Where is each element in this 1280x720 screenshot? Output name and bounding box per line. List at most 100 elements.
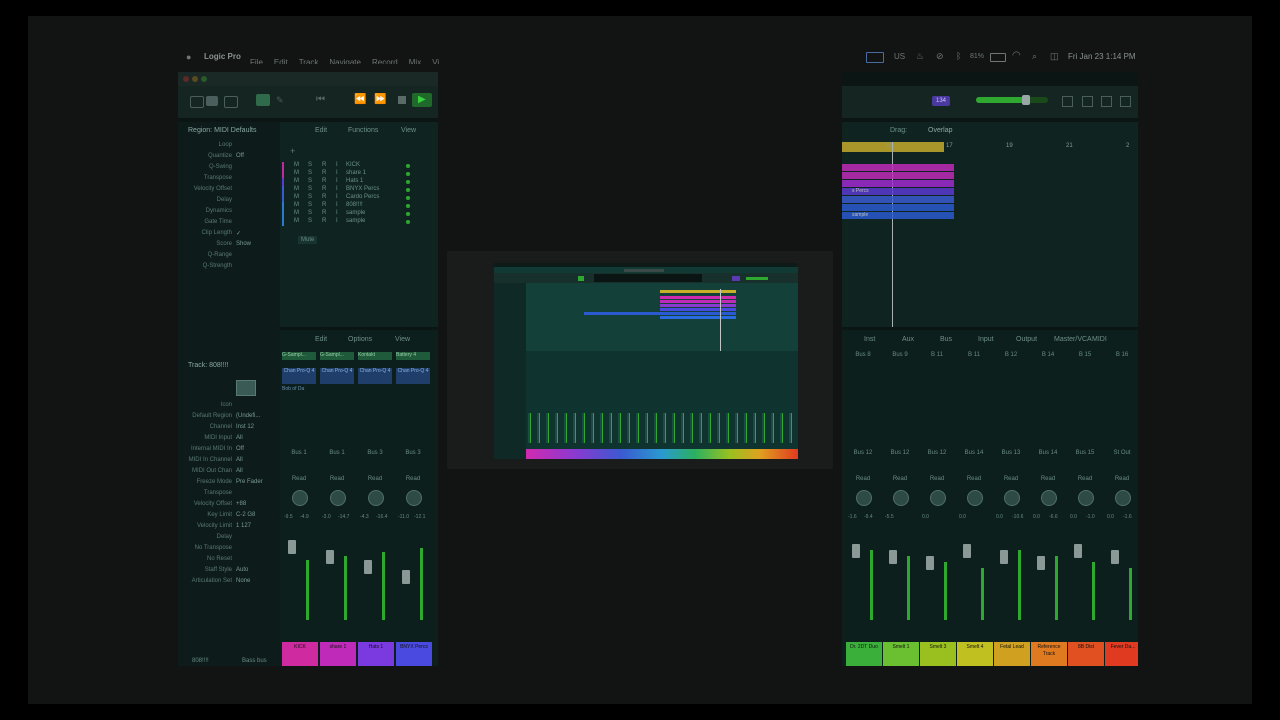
pan-knob[interactable] [1078, 490, 1094, 506]
inspector-field-value[interactable]: ✓ [236, 230, 241, 237]
master-volume-knob[interactable] [1022, 95, 1030, 105]
search-icon[interactable]: ⌕ [1032, 51, 1037, 62]
pencil-icon[interactable]: ✎ [276, 95, 284, 106]
inspector-field-value[interactable]: Off [236, 153, 244, 159]
input-slot[interactable]: B 11 [920, 352, 954, 360]
output-slot[interactable]: Bus 12 [920, 450, 954, 458]
browser-icon[interactable] [1120, 96, 1131, 107]
output-slot[interactable]: Bus 1 [282, 450, 316, 458]
mute-button[interactable]: M [294, 186, 299, 192]
automation-mode[interactable]: Read [1105, 476, 1138, 484]
inspector-field-value[interactable]: None [236, 578, 250, 584]
mute-button[interactable]: M [294, 218, 299, 224]
output-slot[interactable]: Bus 15 [1068, 450, 1102, 458]
control-center-icon[interactable]: ◫ [1050, 51, 1059, 62]
track-name[interactable]: sample [346, 210, 365, 216]
battery-level[interactable]: 81% [970, 53, 984, 60]
track-on-icon[interactable] [406, 212, 410, 216]
channel-name[interactable]: Dr. 2DT Duo [846, 642, 882, 666]
track-name[interactable]: 808!!!! [346, 202, 363, 208]
mini-volume-slider[interactable] [746, 277, 768, 280]
mixer-options-menu[interactable]: Options [348, 336, 372, 343]
channel-name[interactable]: KICK [282, 642, 318, 666]
automation-mode[interactable]: Read [1031, 476, 1065, 484]
automation-mode[interactable]: Read [883, 476, 917, 484]
inspector-field-value[interactable]: Show [236, 241, 251, 247]
input-monitor-button[interactable]: I [336, 170, 338, 176]
pan-knob[interactable] [292, 490, 308, 506]
mixer-filter-inst[interactable]: Inst [864, 336, 875, 343]
mini-play-button[interactable] [578, 276, 584, 281]
minimize-icon[interactable] [192, 76, 198, 82]
track-header[interactable]: M S R I Hats 1 [280, 178, 438, 186]
inspector-field[interactable]: MIDI In Channel All [178, 457, 278, 468]
pan-knob[interactable] [330, 490, 346, 506]
track-header[interactable]: M S R Isample [280, 218, 438, 226]
audio-fx-slot[interactable]: Chan Pro-Q 4 [358, 368, 392, 384]
menubar-item[interactable]: Edit [274, 58, 288, 64]
midi-region[interactable] [842, 172, 954, 179]
menubar-item[interactable]: File [250, 58, 263, 64]
inspector-field-value[interactable]: 1 127 [236, 523, 251, 529]
menubar-item[interactable]: Navigate [329, 58, 361, 64]
volume-fader[interactable] [364, 560, 372, 574]
record-button[interactable]: R [322, 194, 326, 200]
volume-fader[interactable] [1074, 544, 1082, 558]
track-on-icon[interactable] [406, 180, 410, 184]
inspector-field-value[interactable]: All [236, 468, 243, 474]
volume-fader[interactable] [402, 570, 410, 584]
inspector-field[interactable]: No Transpose [178, 545, 278, 556]
pan-knob[interactable] [930, 490, 946, 506]
track-header[interactable]: M S R Ishare 1 [280, 170, 438, 178]
automation-mode[interactable]: Read [846, 476, 880, 484]
inspector-field[interactable]: Icon [178, 402, 278, 413]
channel-name[interactable]: Fever Da... [1105, 642, 1138, 666]
bluetooth-icon[interactable]: ᛒ [956, 51, 961, 61]
instrument-slot[interactable]: G-Sampl... [282, 352, 316, 360]
pan-knob[interactable] [856, 490, 872, 506]
instrument-slot[interactable]: Battery 4 [396, 352, 430, 360]
mute-button[interactable]: M [294, 202, 299, 208]
inspector-field[interactable]: Quantize Off [178, 153, 278, 164]
add-track-icon[interactable]: + [290, 146, 295, 156]
mute-button[interactable]: M [294, 194, 299, 200]
close-icon[interactable] [183, 76, 189, 82]
inspector-field-value[interactable]: +88 [236, 501, 246, 507]
input-slot[interactable]: B 12 [994, 352, 1028, 360]
pan-knob[interactable] [893, 490, 909, 506]
drag-mode-select[interactable]: Overlap [928, 127, 953, 134]
solo-button[interactable]: S [308, 218, 312, 224]
notes-icon[interactable] [1082, 96, 1093, 107]
track-header[interactable]: M S R I Cardo Percs [280, 194, 438, 202]
volume-fader[interactable] [1111, 550, 1119, 564]
track-header[interactable]: M S R I 808!!!! [280, 202, 438, 210]
pan-knob[interactable] [1004, 490, 1020, 506]
apple-menu-icon[interactable]: ● [186, 52, 191, 62]
inspector-field-value[interactable]: Auto [236, 567, 248, 573]
menubar-clock[interactable]: Fri Jan 23 1:14 PM [1068, 52, 1136, 61]
track-on-icon[interactable] [406, 164, 410, 168]
channel-name[interactable]: Reference Track [1031, 642, 1067, 666]
pan-knob[interactable] [967, 490, 983, 506]
mixer-view-menu[interactable]: View [395, 336, 410, 343]
loops-icon[interactable] [1101, 96, 1112, 107]
record-button[interactable]: R [322, 178, 326, 184]
tracks-functions-menu[interactable]: Functions [348, 127, 378, 134]
record-button[interactable]: R [322, 186, 326, 192]
volume-fader[interactable] [926, 556, 934, 570]
output-slot[interactable]: Bus 3 [396, 450, 430, 458]
midi-region[interactable] [842, 204, 954, 211]
midi-region[interactable]: sample [842, 212, 954, 219]
go-to-start-icon[interactable]: ⏮ [316, 94, 325, 105]
inspector-field[interactable]: Articulation Set None [178, 578, 278, 589]
volume-fader[interactable] [288, 540, 296, 554]
input-monitor-button[interactable]: I [336, 162, 338, 168]
volume-fader[interactable] [1000, 550, 1008, 564]
inspector-field-value[interactable]: Pre Fader [236, 479, 263, 485]
inspector-field[interactable]: Internal MIDI In Off [178, 446, 278, 457]
mixer-filter-master-vca[interactable]: Master/VCA [1054, 336, 1092, 343]
track-header[interactable]: M S R I KICK [280, 162, 438, 170]
solo-button[interactable]: S [308, 170, 312, 176]
channel-name[interactable]: BNYX Percs [396, 642, 432, 666]
menubar-item[interactable]: Track [299, 58, 319, 64]
